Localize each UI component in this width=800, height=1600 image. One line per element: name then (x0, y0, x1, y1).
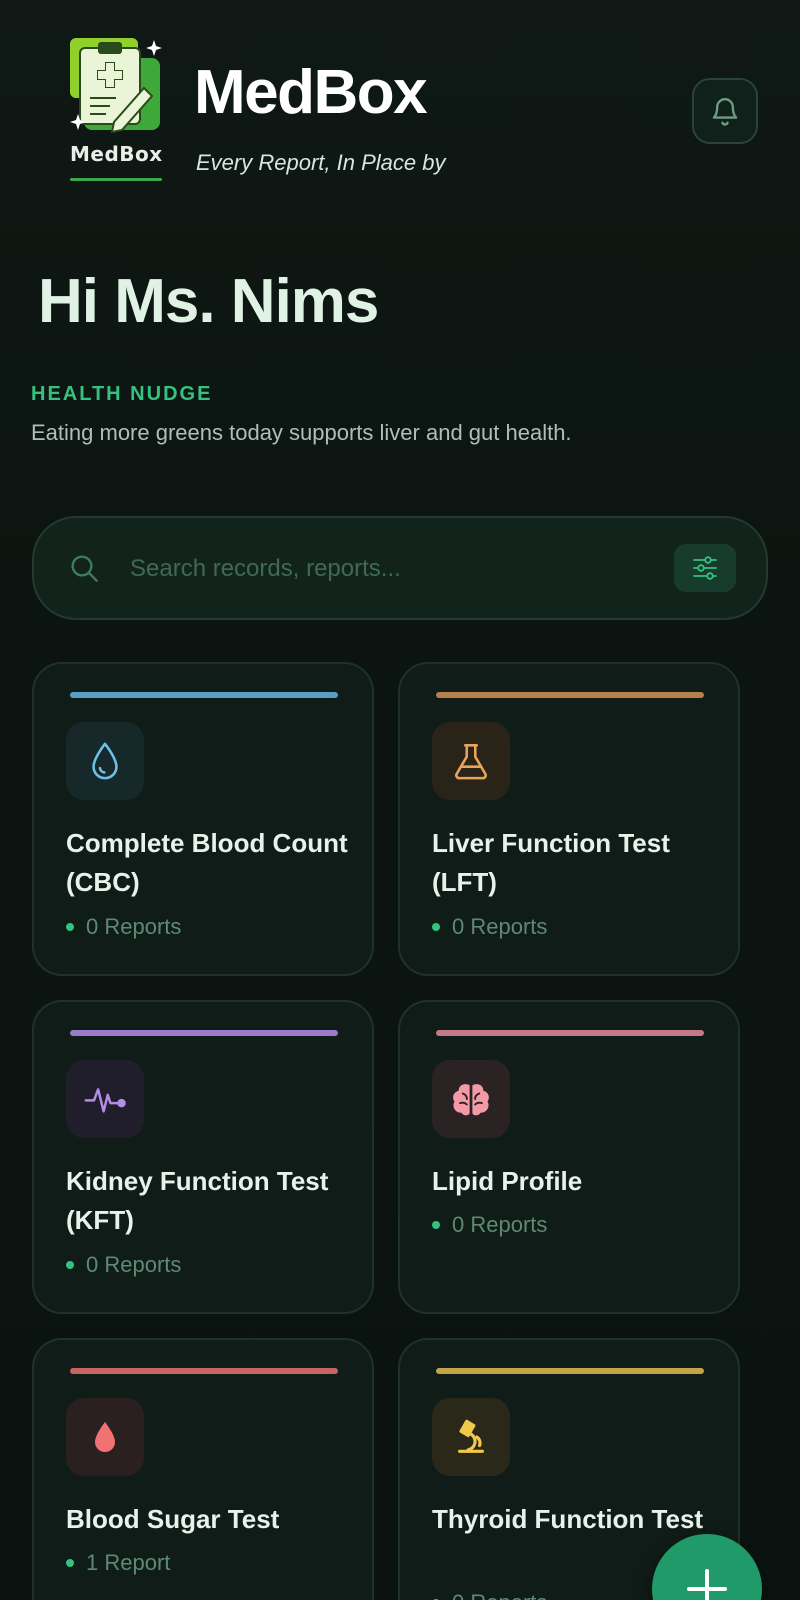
count-dot (66, 1559, 74, 1567)
report-count-label: 0 Reports (86, 914, 182, 939)
count-dot (432, 923, 440, 931)
category-card-cbc[interactable]: Complete Blood Count (CBC) 0 Reports (32, 662, 374, 976)
report-count: 0 Reports (432, 1590, 547, 1600)
card-title: Blood Sugar Test (66, 1504, 280, 1534)
count-dot (66, 1261, 74, 1269)
card-title: Lipid Profile (432, 1166, 583, 1196)
card-accent-bar (70, 692, 338, 698)
bell-icon (712, 98, 738, 126)
droplet-icon (92, 742, 118, 780)
report-count-label: 0 Reports (452, 914, 548, 939)
card-icon-box (432, 1060, 510, 1138)
report-count-label: 0 Reports (86, 1252, 182, 1277)
report-count-label: 0 Reports (452, 1212, 548, 1237)
search-bar (32, 516, 768, 620)
microscope-icon (458, 1419, 484, 1453)
home-screen: MedBox MedBox Every Report, In Place by … (0, 0, 800, 1600)
pulse-icon (84, 1088, 126, 1113)
brain-icon (453, 1084, 489, 1116)
brand-name: MedBox (194, 58, 428, 127)
report-count: 1 Report (66, 1550, 170, 1576)
card-icon-box (432, 722, 510, 800)
logo-underline (70, 178, 162, 181)
health-nudge-title: HEALTH NUDGE (31, 383, 213, 405)
category-card-blood-sugar[interactable]: Blood Sugar Test 1 Report (32, 1338, 374, 1600)
sliders-icon (693, 556, 717, 580)
search-input[interactable] (128, 542, 632, 596)
search-icon (71, 555, 98, 582)
card-icon-box (432, 1398, 510, 1476)
card-accent-bar (436, 1030, 704, 1036)
report-count: 0 Reports (66, 1252, 181, 1278)
card-accent-bar (70, 1030, 338, 1036)
logo-caption: MedBox (70, 142, 163, 166)
health-nudge-text: Eating more greens today supports liver … (31, 420, 572, 445)
count-dot (432, 1221, 440, 1229)
card-title: Thyroid Function Test (432, 1504, 704, 1534)
flask-icon (455, 744, 487, 780)
blood-drop-icon (95, 1422, 115, 1452)
category-card-lft[interactable]: Liver Function Test (LFT) 0 Reports (398, 662, 740, 976)
card-accent-bar (436, 692, 704, 698)
report-count: 0 Reports (432, 1212, 547, 1238)
greeting-title: Hi Ms. Nims (38, 267, 379, 336)
card-accent-bar (436, 1368, 704, 1374)
card-title: Kidney Function Test (KFT) (66, 1166, 329, 1235)
report-count-label: 1 Report (86, 1550, 171, 1575)
card-icon-box (66, 1398, 144, 1476)
card-icon-box (66, 1060, 144, 1138)
category-card-lipid-profile[interactable]: Lipid Profile 0 Reports (398, 1000, 740, 1314)
notifications-button[interactable] (692, 78, 758, 144)
report-count: 0 Reports (432, 914, 547, 940)
card-icon-box (66, 722, 144, 800)
plus-icon (687, 1569, 727, 1600)
filter-button[interactable] (674, 544, 736, 592)
card-title: Liver Function Test (LFT) (432, 828, 670, 897)
card-accent-bar (70, 1368, 338, 1374)
card-title: Complete Blood Count (CBC) (66, 828, 348, 897)
report-count: 0 Reports (66, 914, 181, 940)
report-count-label: 0 Reports (452, 1590, 547, 1600)
count-dot (66, 923, 74, 931)
brand-tagline: Every Report, In Place by (196, 150, 446, 175)
category-card-kft[interactable]: Kidney Function Test (KFT) 0 Reports (32, 1000, 374, 1314)
